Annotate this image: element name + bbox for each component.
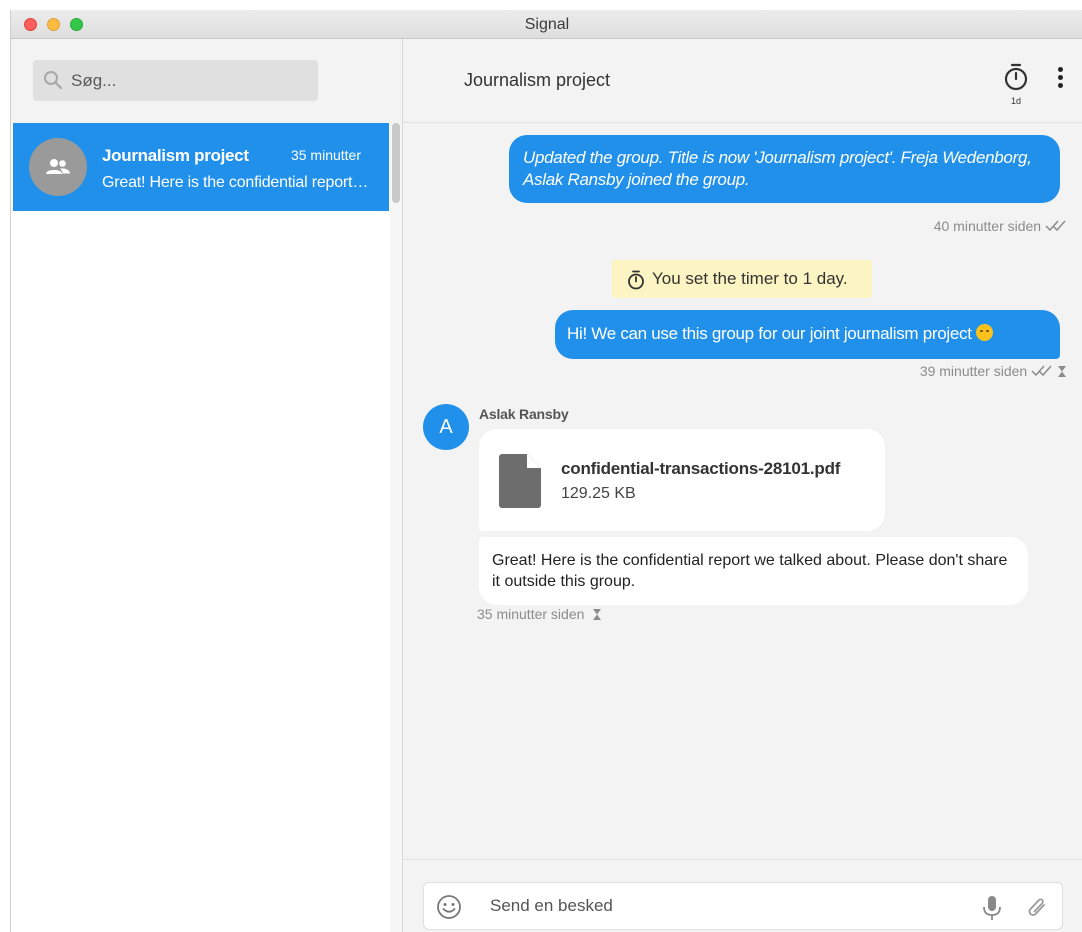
hourglass-icon [1058,366,1066,377]
hourglass-icon [593,609,602,620]
group-icon [46,159,70,174]
disappearing-timer-button[interactable]: 1d [1003,62,1029,106]
file-name: confidential-transactions-28101.pdf [561,459,841,478]
conversation-time: 35 minutter [290,147,361,163]
message-timestamp: 35 minutter siden [477,606,585,622]
incoming-message[interactable]: Great! Here is the confidential report w… [479,537,1028,605]
sidebar-scrollbar[interactable] [390,123,402,932]
microphone-button[interactable] [982,895,1002,921]
timer-icon [1004,63,1028,91]
message-meta: 40 minutter siden [934,218,1067,234]
delivered-checks-icon [1031,365,1052,377]
message-timestamp: 39 minutter siden [919,363,1028,379]
conversation-panel: Journalism project 1d Updated the group.… [403,39,1082,932]
timer-notice-text: You set the timer to 1 day. [652,269,848,288]
more-options-button[interactable] [1053,67,1067,93]
sender-name: Aslak Ransby [479,406,569,422]
window-title: Signal [524,16,570,33]
timer-label: 1d [1010,96,1021,106]
search-input[interactable] [71,60,311,101]
search-box[interactable] [33,60,318,101]
composer [423,882,1063,930]
message-text: Hi! We can use this group for our joint … [567,324,972,343]
conversation-list-item[interactable]: Journalism project 35 minutter Great! He… [13,123,389,211]
dot [1057,75,1063,80]
timer-notice: You set the timer to 1 day. [612,260,872,298]
search-icon [44,71,63,90]
outgoing-message[interactable]: Updated the group. Title is now 'Journal… [509,135,1060,203]
sender-avatar[interactable]: A [423,404,469,450]
dot [1057,83,1063,88]
file-size: 129.25 KB [561,485,636,502]
message-meta: 35 minutter siden [477,606,602,622]
file-attachment[interactable]: confidential-transactions-28101.pdf 129.… [479,429,885,531]
message-input[interactable] [490,883,970,929]
delivered-checks-icon [1045,220,1066,232]
conversation-header: Journalism project 1d [403,39,1082,123]
conversation-title: Journalism project [464,70,611,90]
smile-emoji-icon [975,324,993,341]
sidebar-header [11,39,402,123]
outgoing-message[interactable]: Hi! We can use this group for our joint … [555,310,1060,359]
file-icon [499,454,541,508]
title-bar: Signal [11,10,1082,39]
message-timestamp: 40 minutter siden [933,218,1042,234]
scrollbar-thumb[interactable] [392,123,400,203]
conversation-name: Journalism project [102,146,249,165]
composer-area [403,859,1082,932]
signal-window: Signal Journalism project [10,10,1082,932]
sidebar: Journalism project 35 minutter Great! He… [11,39,403,932]
message-meta: 39 minutter siden [920,363,1067,379]
conversation-snippet: Great! Here is the confidential report w… [102,174,372,191]
attachment-button[interactable] [1026,895,1050,921]
group-avatar [29,138,87,196]
dot [1057,67,1063,72]
emoji-button[interactable] [436,894,462,920]
timer-icon [628,270,644,290]
